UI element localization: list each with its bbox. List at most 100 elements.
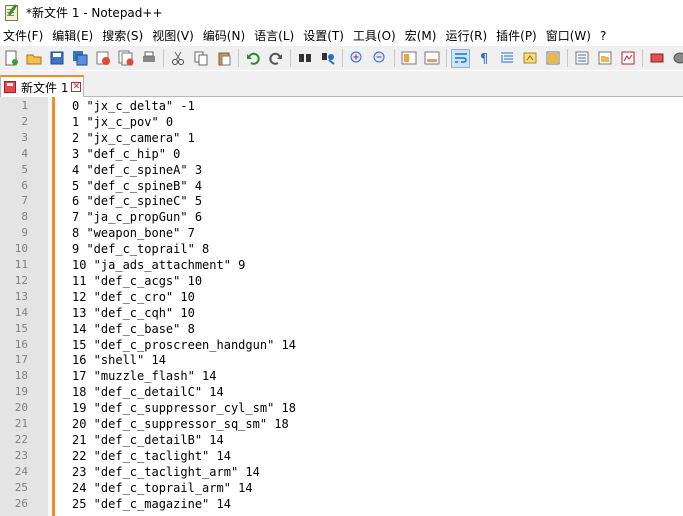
line-text[interactable]: 15 "def_c_proscreen_handgun" 14 xyxy=(72,337,296,353)
find-icon[interactable] xyxy=(296,50,313,67)
menu-item-0[interactable]: 文件(F) xyxy=(0,27,49,44)
zoom-out-icon[interactable] xyxy=(371,50,388,67)
function-list-icon[interactable] xyxy=(573,50,590,67)
sync-vertical-icon[interactable] xyxy=(400,50,417,67)
line-text[interactable]: 18 "def_c_detailC" 14 xyxy=(72,384,224,400)
close-icon[interactable] xyxy=(94,50,111,67)
show-all-chars-icon[interactable]: ¶ xyxy=(475,50,492,67)
sync-horizontal-icon[interactable] xyxy=(423,50,440,67)
cut-icon[interactable] xyxy=(169,50,186,67)
menu-item-4[interactable]: 编码(N) xyxy=(200,27,251,44)
editor-line[interactable]: 13 12 "def_c_cro" 10 xyxy=(0,289,683,305)
editor-line[interactable]: 3 2 "jx_c_camera" 1 xyxy=(0,130,683,146)
line-text[interactable]: 9 "def_c_toprail" 8 xyxy=(72,241,209,257)
stop-macro-icon[interactable] xyxy=(671,50,683,67)
menu-item-10[interactable]: 插件(P) xyxy=(493,27,543,44)
menu-item-2[interactable]: 搜索(S) xyxy=(99,27,149,44)
menu-item-11[interactable]: 窗口(W) xyxy=(543,27,597,44)
editor-line[interactable]: 16 15 "def_c_proscreen_handgun" 14 xyxy=(0,337,683,353)
line-text[interactable]: 20 "def_c_suppressor_sq_sm" 18 xyxy=(72,416,289,432)
editor-line[interactable]: 5 4 "def_c_spineA" 3 xyxy=(0,162,683,178)
line-text[interactable]: 17 "muzzle_flash" 14 xyxy=(72,368,217,384)
line-number: 16 xyxy=(14,337,28,351)
line-text[interactable]: 13 "def_c_cqh" 10 xyxy=(72,305,195,321)
editor-line[interactable]: 19 18 "def_c_detailC" 14 xyxy=(0,384,683,400)
paste-icon[interactable] xyxy=(215,50,232,67)
line-text[interactable]: 21 "def_c_detailB" 14 xyxy=(72,432,224,448)
word-wrap-icon[interactable] xyxy=(451,48,470,68)
toolbar-separator xyxy=(446,49,447,67)
editor-line[interactable]: 10 9 "def_c_toprail" 8 xyxy=(0,241,683,257)
save-icon[interactable] xyxy=(48,50,65,67)
monitor-icon[interactable] xyxy=(619,50,636,67)
menu-item-7[interactable]: 工具(O) xyxy=(350,27,402,44)
editor-line[interactable]: 15 14 "def_c_base" 8 xyxy=(0,321,683,337)
editor-line[interactable]: 2 1 "jx_c_pov" 0 xyxy=(0,114,683,130)
menu-item-3[interactable]: 视图(V) xyxy=(149,27,200,44)
editor-line[interactable]: 14 13 "def_c_cqh" 10 xyxy=(0,305,683,321)
editor-line[interactable]: 25 24 "def_c_toprail_arm" 14 xyxy=(0,480,683,496)
line-text[interactable]: 0 "jx_c_delta" -1 xyxy=(72,98,195,114)
line-text[interactable]: 1 "jx_c_pov" 0 xyxy=(72,114,173,130)
user-lang-icon[interactable] xyxy=(521,50,538,67)
line-text[interactable]: 12 "def_c_cro" 10 xyxy=(72,289,195,305)
notepad-plus-plus-icon xyxy=(4,4,18,21)
editor-line[interactable]: 18 17 "muzzle_flash" 14 xyxy=(0,368,683,384)
print-icon[interactable] xyxy=(140,50,157,67)
doc-map-icon[interactable] xyxy=(544,50,561,67)
line-text[interactable]: 6 "def_c_spineC" 5 xyxy=(72,193,202,209)
menu-item-9[interactable]: 运行(R) xyxy=(442,27,493,44)
open-file-icon[interactable] xyxy=(25,50,42,67)
new-file-icon[interactable] xyxy=(2,50,19,67)
editor-line[interactable]: 6 5 "def_c_spineB" 4 xyxy=(0,178,683,194)
line-text[interactable]: 25 "def_c_magazine" 14 xyxy=(72,496,231,512)
line-text[interactable]: 8 "weapon_bone" 7 xyxy=(72,225,195,241)
editor-line[interactable]: 11 10 "ja_ads_attachment" 9 xyxy=(0,257,683,273)
menu-item-8[interactable]: 宏(M) xyxy=(402,27,443,44)
editor-line[interactable]: 23 22 "def_c_taclight" 14 xyxy=(0,448,683,464)
editor-line[interactable]: 8 7 "ja_c_propGun" 6 xyxy=(0,209,683,225)
indent-guide-icon[interactable] xyxy=(498,50,515,67)
editor-line[interactable]: 20 19 "def_c_suppressor_cyl_sm" 18 xyxy=(0,400,683,416)
editor-line[interactable]: 21 20 "def_c_suppressor_sq_sm" 18 xyxy=(0,416,683,432)
line-text[interactable]: 14 "def_c_base" 8 xyxy=(72,321,195,337)
line-text[interactable]: 22 "def_c_taclight" 14 xyxy=(72,448,231,464)
undo-icon[interactable] xyxy=(244,50,261,67)
line-text[interactable]: 2 "jx_c_camera" 1 xyxy=(72,130,195,146)
menu-item-12[interactable]: ? xyxy=(597,29,612,43)
editor-line[interactable]: 7 6 "def_c_spineC" 5 xyxy=(0,193,683,209)
line-text[interactable]: 19 "def_c_suppressor_cyl_sm" 18 xyxy=(72,400,296,416)
menu-item-6[interactable]: 设置(T) xyxy=(300,27,350,44)
close-all-icon[interactable] xyxy=(117,50,134,67)
line-text[interactable]: 5 "def_c_spineB" 4 xyxy=(72,178,202,194)
line-text[interactable]: 11 "def_c_acgs" 10 xyxy=(72,273,202,289)
line-text[interactable]: 23 "def_c_taclight_arm" 14 xyxy=(72,464,260,480)
editor-line[interactable]: 17 16 "shell" 14 xyxy=(0,352,683,368)
toolbar-separator xyxy=(238,49,239,67)
editor-line[interactable]: 12 11 "def_c_acgs" 10 xyxy=(0,273,683,289)
folder-workspace-icon[interactable] xyxy=(596,50,613,67)
line-text[interactable]: 16 "shell" 14 xyxy=(72,352,166,368)
line-text[interactable]: 10 "ja_ads_attachment" 9 xyxy=(72,257,245,273)
line-text[interactable]: 24 "def_c_toprail_arm" 14 xyxy=(72,480,253,496)
menu-item-5[interactable]: 语言(L) xyxy=(251,27,300,44)
editor-line[interactable]: 1 0 "jx_c_delta" -1 xyxy=(0,98,683,114)
editor-line[interactable]: 24 23 "def_c_taclight_arm" 14 xyxy=(0,464,683,480)
record-macro-icon[interactable] xyxy=(648,50,665,67)
line-text[interactable]: 4 "def_c_spineA" 3 xyxy=(72,162,202,178)
copy-icon[interactable] xyxy=(192,50,209,67)
redo-icon[interactable] xyxy=(267,50,284,67)
line-text[interactable]: 7 "ja_c_propGun" 6 xyxy=(72,209,202,225)
zoom-in-icon[interactable] xyxy=(348,50,365,67)
tab-new-file-1[interactable]: 新文件 1 ✕ xyxy=(0,75,84,97)
editor-line[interactable]: 9 8 "weapon_bone" 7 xyxy=(0,225,683,241)
menu-item-1[interactable]: 编辑(E) xyxy=(49,27,99,44)
editor-line[interactable]: 22 21 "def_c_detailB" 14 xyxy=(0,432,683,448)
save-all-icon[interactable] xyxy=(71,50,88,67)
editor-area[interactable]: 1 0 "jx_c_delta" -1 2 1 "jx_c_pov" 0 3 2 "jx_… xyxy=(0,97,683,516)
line-text[interactable]: 3 "def_c_hip" 0 xyxy=(72,146,180,162)
close-tab-icon[interactable]: ✕ xyxy=(71,82,82,92)
editor-line[interactable]: 26 25 "def_c_magazine" 14 xyxy=(0,496,683,512)
editor-line[interactable]: 4 3 "def_c_hip" 0 xyxy=(0,146,683,162)
replace-icon[interactable] xyxy=(319,50,336,67)
